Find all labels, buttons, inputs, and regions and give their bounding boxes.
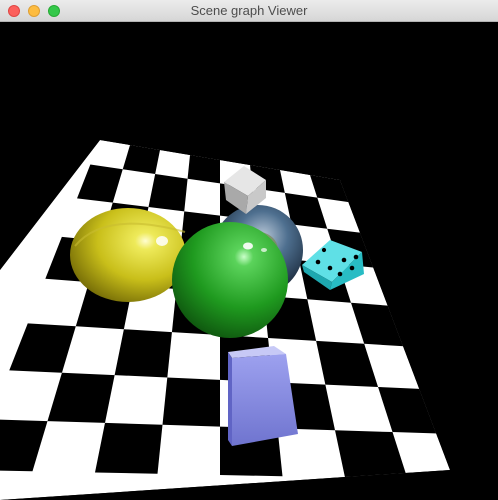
floor-tile: [187, 155, 220, 184]
floor-tile: [162, 377, 220, 427]
3d-viewport[interactable]: [0, 22, 498, 500]
floor-tile: [148, 173, 188, 212]
title-bar[interactable]: Scene graph Viewer: [0, 0, 498, 22]
floor-tile: [114, 329, 172, 378]
window-title: Scene graph Viewer: [190, 3, 308, 18]
scene-canvas[interactable]: [0, 22, 498, 500]
floor-tile: [95, 422, 163, 474]
scene-graph-viewer-window: Scene graph Viewer: [0, 0, 498, 500]
yellow-sphere[interactable]: [70, 208, 186, 302]
green-sphere[interactable]: [172, 222, 288, 338]
